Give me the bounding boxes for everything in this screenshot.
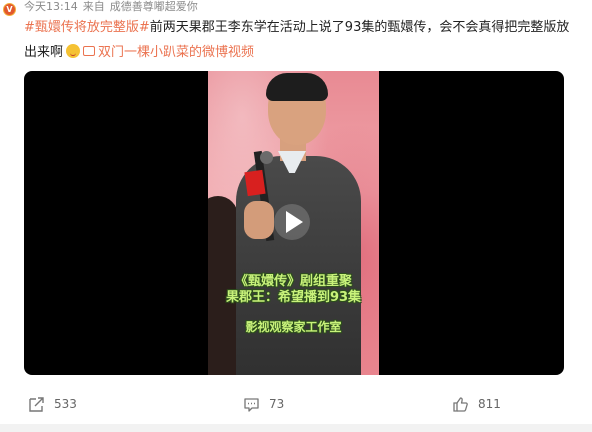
post-meta: 今天13:14 来自 成德善尊嘟超爱你 xyxy=(24,0,203,14)
video-thumbnail: 《甄嬛传》剧组重聚 果郡王：希望播到93集 影视观察家工作室 xyxy=(208,71,379,375)
post-source-prefix: 来自 xyxy=(82,0,105,13)
comment-count: 73 xyxy=(269,397,285,411)
card-divider xyxy=(0,424,592,432)
verified-badge-icon: V xyxy=(3,3,16,16)
post-source[interactable]: 成德善尊嘟超爱你 xyxy=(110,0,198,13)
post-time[interactable]: 今天13:14 xyxy=(24,0,78,13)
video-player[interactable]: 《甄嬛传》剧组重聚 果郡王：希望播到93集 影视观察家工作室 xyxy=(24,71,564,375)
like-button[interactable]: 811 xyxy=(452,392,501,416)
action-bar: 533 73 811 xyxy=(0,392,592,416)
forward-count: 533 xyxy=(54,397,77,411)
thumbs-up-icon xyxy=(453,396,468,412)
video-link-label: 双门一棵小趴菜的微博视频 xyxy=(98,45,255,60)
weibo-post: V 今天13:14 来自 成德善尊嘟超爱你 #甄嬛传将放完整版#前两天果郡王李东学在… xyxy=(0,0,592,432)
like-count: 811 xyxy=(478,397,501,411)
microphone-flag xyxy=(244,169,266,197)
topic-link[interactable]: #甄嬛传将放完整版# xyxy=(24,20,150,35)
video-caption-3: 影视观察家工作室 xyxy=(245,320,342,334)
video-caption-2: 果郡王：希望播到93集 xyxy=(225,290,362,305)
forward-button[interactable]: 533 xyxy=(28,392,77,416)
video-caption-1: 《甄嬛传》剧组重聚 xyxy=(234,274,352,289)
microphone-head xyxy=(260,151,273,164)
play-icon[interactable] xyxy=(274,204,310,240)
forward-icon xyxy=(29,396,44,412)
comment-button[interactable]: 73 xyxy=(243,392,284,416)
comment-icon xyxy=(244,397,259,412)
speaker-hand xyxy=(244,201,274,239)
video-link-icon xyxy=(83,46,96,56)
speaker-hair xyxy=(266,73,328,101)
video-source-link[interactable]: 双门一棵小趴菜的微博视频 xyxy=(83,45,254,60)
wink-emoji-icon xyxy=(66,44,81,58)
post-text: #甄嬛传将放完整版#前两天果郡王李东学在活动上说了93集的甄嬛传，会不会真得把完… xyxy=(24,15,572,65)
